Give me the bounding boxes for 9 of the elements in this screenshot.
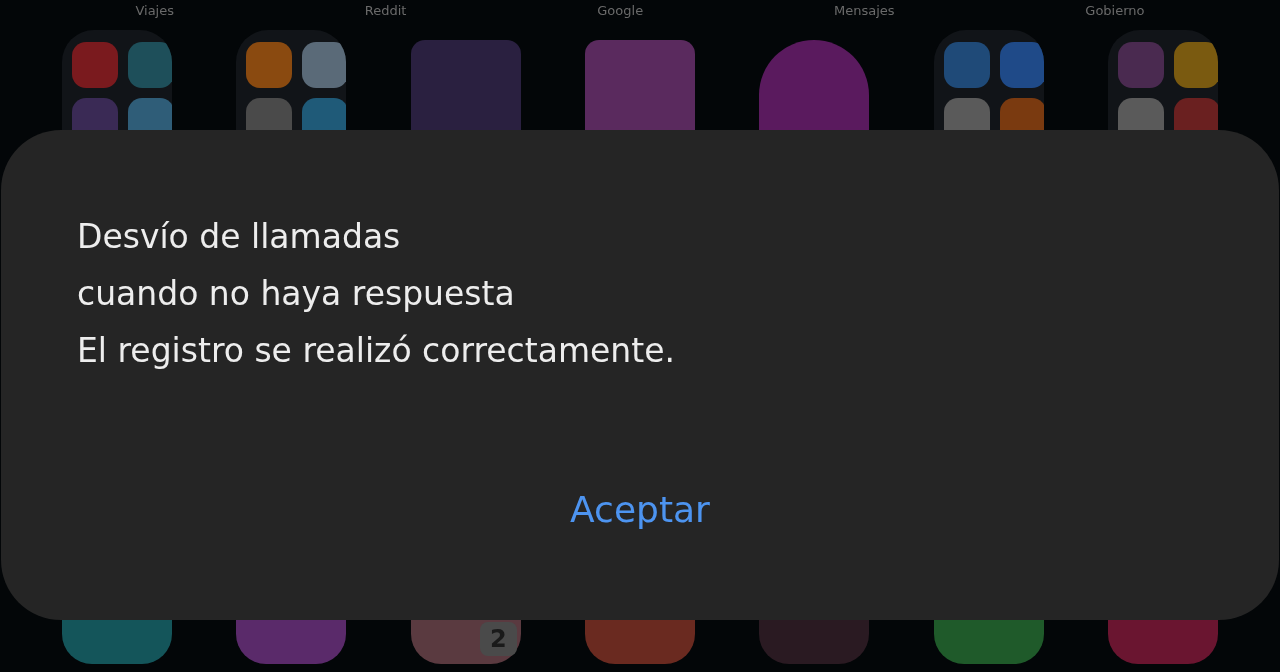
app-label: Reddit xyxy=(364,2,407,18)
dialog-message: El registro se realizó correctamente. xyxy=(77,330,676,372)
app-label: Google xyxy=(597,2,644,18)
dialog-message: cuando no haya respuesta xyxy=(77,273,516,315)
app-label: Mensajes xyxy=(833,2,895,18)
dialog-message: Desvío de llamadas xyxy=(77,216,402,258)
app-label: Viajes xyxy=(135,2,174,18)
accept-button[interactable]: Aceptar xyxy=(556,483,724,536)
app-label: Gobierno xyxy=(1085,2,1145,18)
